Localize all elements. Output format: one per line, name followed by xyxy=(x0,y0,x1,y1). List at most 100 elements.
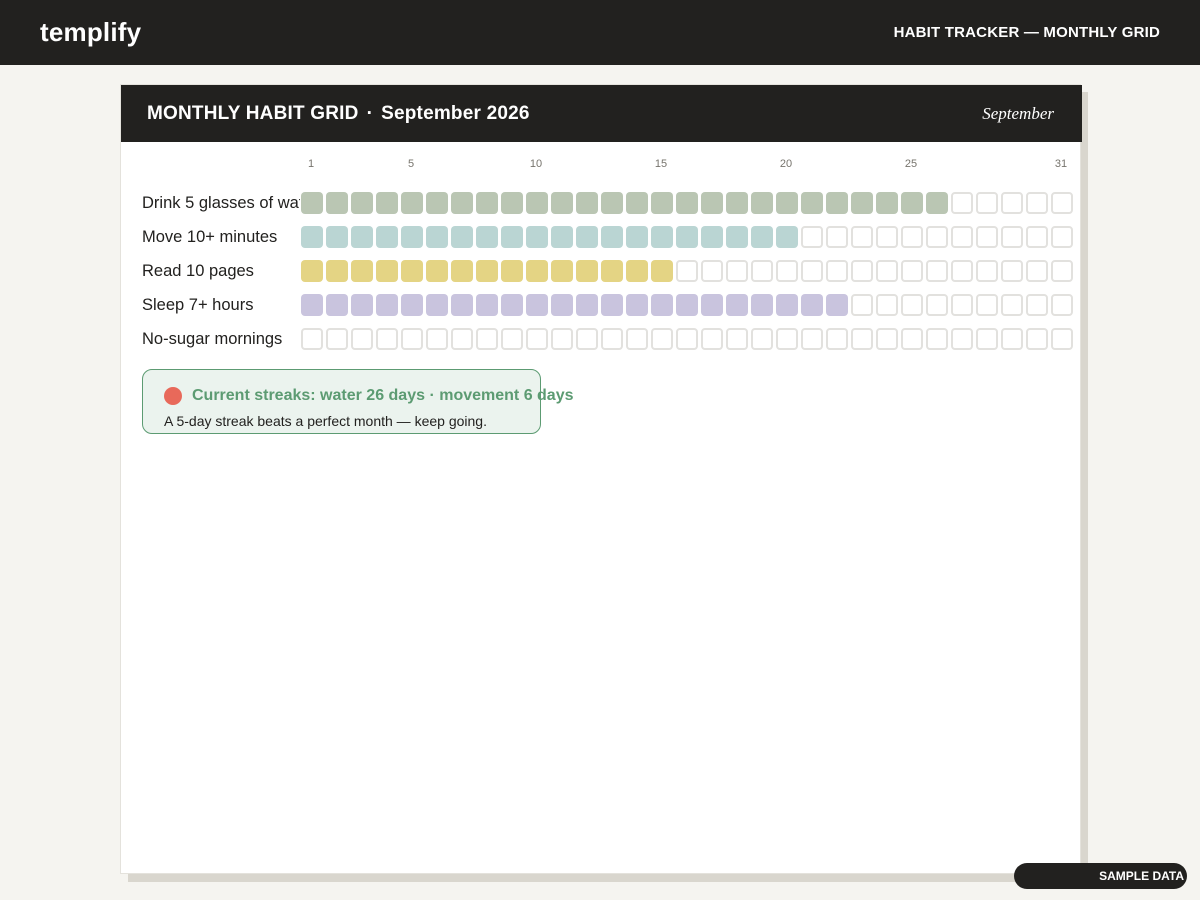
habit-day-checkbox[interactable] xyxy=(951,260,973,282)
habit-day-checkbox[interactable] xyxy=(351,328,373,350)
habit-day-checked[interactable] xyxy=(526,192,548,214)
habit-day-checkbox[interactable] xyxy=(326,328,348,350)
habit-day-checked[interactable] xyxy=(751,192,773,214)
habit-day-checkbox[interactable] xyxy=(726,260,748,282)
habit-day-checked[interactable] xyxy=(551,226,573,248)
habit-day-checked[interactable] xyxy=(526,260,548,282)
habit-day-checked[interactable] xyxy=(701,192,723,214)
habit-day-checkbox[interactable] xyxy=(976,260,998,282)
habit-day-checkbox[interactable] xyxy=(801,260,823,282)
habit-day-checked[interactable] xyxy=(701,294,723,316)
habit-day-checked[interactable] xyxy=(576,260,598,282)
habit-day-checked[interactable] xyxy=(551,260,573,282)
habit-day-checked[interactable] xyxy=(326,226,348,248)
habit-day-checked[interactable] xyxy=(626,260,648,282)
habit-day-checkbox[interactable] xyxy=(676,260,698,282)
habit-day-checked[interactable] xyxy=(576,294,598,316)
habit-day-checkbox[interactable] xyxy=(951,192,973,214)
habit-day-checkbox[interactable] xyxy=(301,328,323,350)
habit-day-checkbox[interactable] xyxy=(451,328,473,350)
habit-day-checkbox[interactable] xyxy=(1051,226,1073,248)
habit-day-checkbox[interactable] xyxy=(876,294,898,316)
habit-day-checked[interactable] xyxy=(426,294,448,316)
habit-day-checked[interactable] xyxy=(476,192,498,214)
habit-day-checkbox[interactable] xyxy=(901,328,923,350)
habit-day-checked[interactable] xyxy=(451,226,473,248)
habit-day-checkbox[interactable] xyxy=(1026,260,1048,282)
habit-day-checkbox[interactable] xyxy=(701,260,723,282)
habit-day-checked[interactable] xyxy=(326,260,348,282)
habit-day-checked[interactable] xyxy=(726,294,748,316)
habit-day-checked[interactable] xyxy=(376,260,398,282)
habit-day-checkbox[interactable] xyxy=(526,328,548,350)
habit-day-checked[interactable] xyxy=(351,192,373,214)
habit-day-checked[interactable] xyxy=(326,294,348,316)
habit-day-checkbox[interactable] xyxy=(901,260,923,282)
habit-day-checked[interactable] xyxy=(851,192,873,214)
habit-day-checkbox[interactable] xyxy=(376,328,398,350)
habit-day-checkbox[interactable] xyxy=(1001,192,1023,214)
habit-day-checkbox[interactable] xyxy=(976,328,998,350)
habit-day-checked[interactable] xyxy=(651,294,673,316)
habit-day-checked[interactable] xyxy=(401,260,423,282)
habit-day-checked[interactable] xyxy=(501,226,523,248)
habit-day-checkbox[interactable] xyxy=(876,328,898,350)
habit-day-checked[interactable] xyxy=(801,192,823,214)
habit-day-checkbox[interactable] xyxy=(1026,226,1048,248)
habit-day-checked[interactable] xyxy=(451,294,473,316)
habit-day-checked[interactable] xyxy=(426,260,448,282)
habit-day-checked[interactable] xyxy=(426,192,448,214)
habit-day-checked[interactable] xyxy=(351,294,373,316)
habit-day-checked[interactable] xyxy=(801,294,823,316)
habit-day-checked[interactable] xyxy=(601,294,623,316)
habit-day-checkbox[interactable] xyxy=(801,226,823,248)
habit-day-checked[interactable] xyxy=(676,294,698,316)
habit-day-checked[interactable] xyxy=(351,226,373,248)
habit-day-checkbox[interactable] xyxy=(1051,328,1073,350)
habit-day-checked[interactable] xyxy=(826,192,848,214)
habit-day-checkbox[interactable] xyxy=(951,226,973,248)
habit-day-checkbox[interactable] xyxy=(926,294,948,316)
habit-day-checked[interactable] xyxy=(751,294,773,316)
habit-day-checked[interactable] xyxy=(601,226,623,248)
habit-day-checkbox[interactable] xyxy=(1001,226,1023,248)
habit-day-checked[interactable] xyxy=(476,226,498,248)
habit-day-checked[interactable] xyxy=(426,226,448,248)
habit-day-checked[interactable] xyxy=(651,260,673,282)
habit-day-checked[interactable] xyxy=(526,226,548,248)
habit-day-checkbox[interactable] xyxy=(576,328,598,350)
habit-day-checked[interactable] xyxy=(551,192,573,214)
habit-day-checked[interactable] xyxy=(626,226,648,248)
habit-day-checked[interactable] xyxy=(376,294,398,316)
habit-day-checkbox[interactable] xyxy=(801,328,823,350)
habit-day-checked[interactable] xyxy=(901,192,923,214)
habit-day-checkbox[interactable] xyxy=(726,328,748,350)
habit-day-checkbox[interactable] xyxy=(1001,260,1023,282)
habit-day-checked[interactable] xyxy=(651,192,673,214)
habit-day-checkbox[interactable] xyxy=(1001,294,1023,316)
habit-day-checked[interactable] xyxy=(926,192,948,214)
habit-day-checked[interactable] xyxy=(351,260,373,282)
habit-day-checkbox[interactable] xyxy=(1001,328,1023,350)
habit-day-checkbox[interactable] xyxy=(851,260,873,282)
habit-day-checkbox[interactable] xyxy=(901,226,923,248)
habit-day-checkbox[interactable] xyxy=(551,328,573,350)
habit-day-checked[interactable] xyxy=(301,226,323,248)
habit-day-checked[interactable] xyxy=(776,294,798,316)
habit-day-checked[interactable] xyxy=(401,226,423,248)
habit-day-checked[interactable] xyxy=(726,192,748,214)
habit-day-checked[interactable] xyxy=(376,192,398,214)
app-logo[interactable]: templify xyxy=(40,17,141,48)
habit-day-checkbox[interactable] xyxy=(1026,294,1048,316)
habit-day-checked[interactable] xyxy=(501,260,523,282)
habit-day-checkbox[interactable] xyxy=(401,328,423,350)
habit-day-checkbox[interactable] xyxy=(651,328,673,350)
habit-day-checked[interactable] xyxy=(376,226,398,248)
habit-day-checkbox[interactable] xyxy=(1051,260,1073,282)
habit-day-checked[interactable] xyxy=(326,192,348,214)
habit-day-checked[interactable] xyxy=(626,192,648,214)
habit-day-checked[interactable] xyxy=(401,192,423,214)
habit-day-checkbox[interactable] xyxy=(826,226,848,248)
habit-day-checked[interactable] xyxy=(501,192,523,214)
habit-day-checked[interactable] xyxy=(601,192,623,214)
